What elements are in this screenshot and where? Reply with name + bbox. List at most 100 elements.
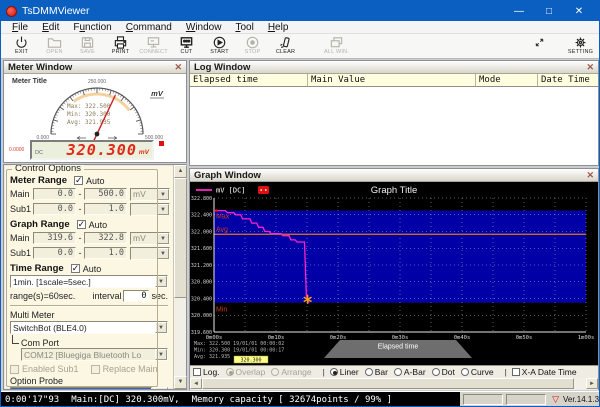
close-button[interactable]: ✕: [564, 1, 594, 21]
all-win-button: ALL WIN.: [320, 35, 353, 55]
gear-icon: [573, 35, 588, 50]
gauge-meter-title: Meter Title: [12, 78, 47, 85]
menu-function[interactable]: Function: [66, 22, 118, 33]
graph-stats-line: Avg: 321.935: [194, 354, 230, 360]
scrollbar-thumb[interactable]: [174, 178, 187, 298]
log-window-close-icon[interactable]: ✕: [586, 62, 594, 73]
log-window-title: Log Window: [194, 61, 251, 73]
meter-content: 0.000 250.000 500.000 Meter Title mV Max: 322…: [4, 74, 186, 162]
chevron-down-icon[interactable]: ▼: [157, 232, 169, 244]
title-bar: TsDMMViewer — □ ✕: [1, 1, 599, 21]
checkbox-glyph[interactable]: [193, 368, 201, 376]
menu-file[interactable]: File: [5, 22, 35, 33]
radio-glyph[interactable]: [393, 368, 402, 376]
chevron-down-icon[interactable]: ▼: [157, 188, 169, 200]
toolbar-right: SETTING: [515, 35, 597, 55]
cut-button[interactable]: CUT: [170, 35, 203, 55]
meter-window-close-icon[interactable]: ✕: [174, 62, 182, 73]
radio-glyph[interactable]: [431, 368, 440, 376]
open-button: OPEN: [38, 35, 71, 55]
scroll-left-icon[interactable]: ◄: [190, 378, 202, 389]
gauge-stat-max: Max: 322.500: [67, 103, 111, 110]
toolbar-button-label: CUT: [180, 49, 193, 55]
control-label: Overlap: [235, 367, 266, 377]
graph-canvas[interactable]: 322.800 322.400 322.000 321.600 321.200 320.8…: [190, 182, 598, 365]
control-label: Liner: [339, 367, 359, 377]
radio-glyph[interactable]: [460, 368, 469, 376]
log-column-date-time[interactable]: Date Time: [538, 74, 598, 86]
meter-window-caption[interactable]: Meter Window ✕: [4, 61, 186, 74]
version-label: Ver.14.1.3: [562, 395, 600, 404]
print-button[interactable]: PRINT: [104, 35, 137, 55]
graph-window-caption[interactable]: Graph Window ✕: [190, 169, 598, 182]
status-elapsed-time: 0:00'17"93: [5, 394, 60, 405]
save-button: SAVE: [71, 35, 104, 55]
graph-window-title: Graph Window: [194, 169, 261, 181]
meter-range-auto-checkbox[interactable]: [74, 175, 84, 186]
time-range-auto-checkbox[interactable]: [70, 263, 80, 274]
clear-button[interactable]: CLEAR: [269, 35, 302, 55]
chevron-down-icon[interactable]: ▼: [157, 247, 169, 259]
separator: |: [504, 367, 507, 377]
radio-liner[interactable]: Liner: [329, 367, 359, 377]
exit-button[interactable]: EXIT: [5, 35, 38, 55]
control-label: X-A Date Time: [521, 367, 577, 377]
log-column-mode[interactable]: Mode: [476, 74, 538, 86]
scroll-up-icon[interactable]: ▲: [174, 165, 187, 178]
radio-a-bar[interactable]: A-Bar: [393, 367, 426, 377]
hscrollbar-thumb[interactable]: [202, 378, 574, 389]
log-body[interactable]: [190, 87, 598, 165]
gauge-pivot: [94, 131, 100, 137]
toolbar: EXIT OPEN SAVE PRINT CONNECT CUT START STOP CLEA…: [1, 34, 599, 59]
log-column-elapsed-time[interactable]: Elapsed time: [190, 74, 308, 86]
lcd-value: 320.300: [66, 140, 137, 159]
monitor-cut-icon: [179, 35, 194, 50]
lcd-unit-label: mV: [138, 149, 149, 156]
status-main-value: Main:[DC] 320.300mV,: [71, 394, 180, 405]
control-label: Arrange: [281, 367, 312, 377]
control-options-panel: Control Options Meter Range Auto Main 0.…: [3, 164, 187, 390]
checkbox-glyph[interactable]: [511, 368, 520, 376]
minimize-button[interactable]: —: [504, 1, 534, 21]
radio-curve[interactable]: Curve: [460, 367, 494, 377]
control-panel-scrollbar[interactable]: ▲ ▼: [173, 165, 187, 389]
menu-help[interactable]: Help: [261, 22, 296, 33]
maximize-button[interactable]: □: [534, 1, 564, 21]
menu-tool[interactable]: Tool: [228, 22, 260, 33]
stop-icon: [245, 35, 260, 50]
graph-horizontal-scrollbar[interactable]: ◄ ►: [190, 378, 598, 390]
stop-button: STOP: [236, 35, 269, 55]
radio-glyph[interactable]: [364, 368, 373, 376]
start-button[interactable]: START: [203, 35, 236, 55]
chevron-down-icon[interactable]: ▼: [157, 203, 169, 215]
radio-dot[interactable]: Dot: [431, 367, 455, 377]
scroll-down-icon[interactable]: ▼: [174, 376, 187, 389]
resize-icon-button[interactable]: [523, 35, 556, 49]
option-probe-combo[interactable]: (Nothing): [10, 387, 152, 389]
svg-text:321.200: 321.200: [191, 263, 212, 269]
graph-window-close-icon[interactable]: ✕: [586, 170, 594, 181]
checkbox-log-[interactable]: Log.: [193, 367, 220, 377]
lcd-mode-label: DC: [35, 150, 43, 156]
log-window-caption[interactable]: Log Window ✕: [190, 61, 598, 74]
menu-command[interactable]: Command: [119, 22, 179, 33]
toolbar-button-label: STOP: [244, 49, 261, 55]
svg-text:320.800: 320.800: [191, 280, 212, 286]
menu-edit[interactable]: Edit: [35, 22, 66, 33]
toolbar-button-label: START: [210, 49, 229, 55]
menu-window[interactable]: Window: [179, 22, 229, 33]
log-header-row: Elapsed time Main Value Mode Date Time: [190, 74, 598, 87]
graph-title: Graph Title: [371, 185, 417, 196]
folder-icon: [47, 35, 62, 50]
setting-button[interactable]: SETTING: [564, 35, 597, 55]
chevron-down-icon[interactable]: ▼: [154, 387, 168, 389]
radio-bar[interactable]: Bar: [364, 367, 388, 377]
gauge-mid-label: 250.000: [88, 79, 106, 85]
log-column-main-value[interactable]: Main Value: [308, 74, 476, 86]
graph-range-auto-checkbox[interactable]: [76, 219, 86, 230]
annotation-max: Max: [216, 214, 230, 221]
checkbox-x-a-date-time[interactable]: X-A Date Time: [511, 367, 577, 377]
scroll-right-icon[interactable]: ►: [586, 378, 598, 389]
svg-text:321.600: 321.600: [191, 246, 212, 252]
radio-glyph[interactable]: [329, 368, 338, 376]
